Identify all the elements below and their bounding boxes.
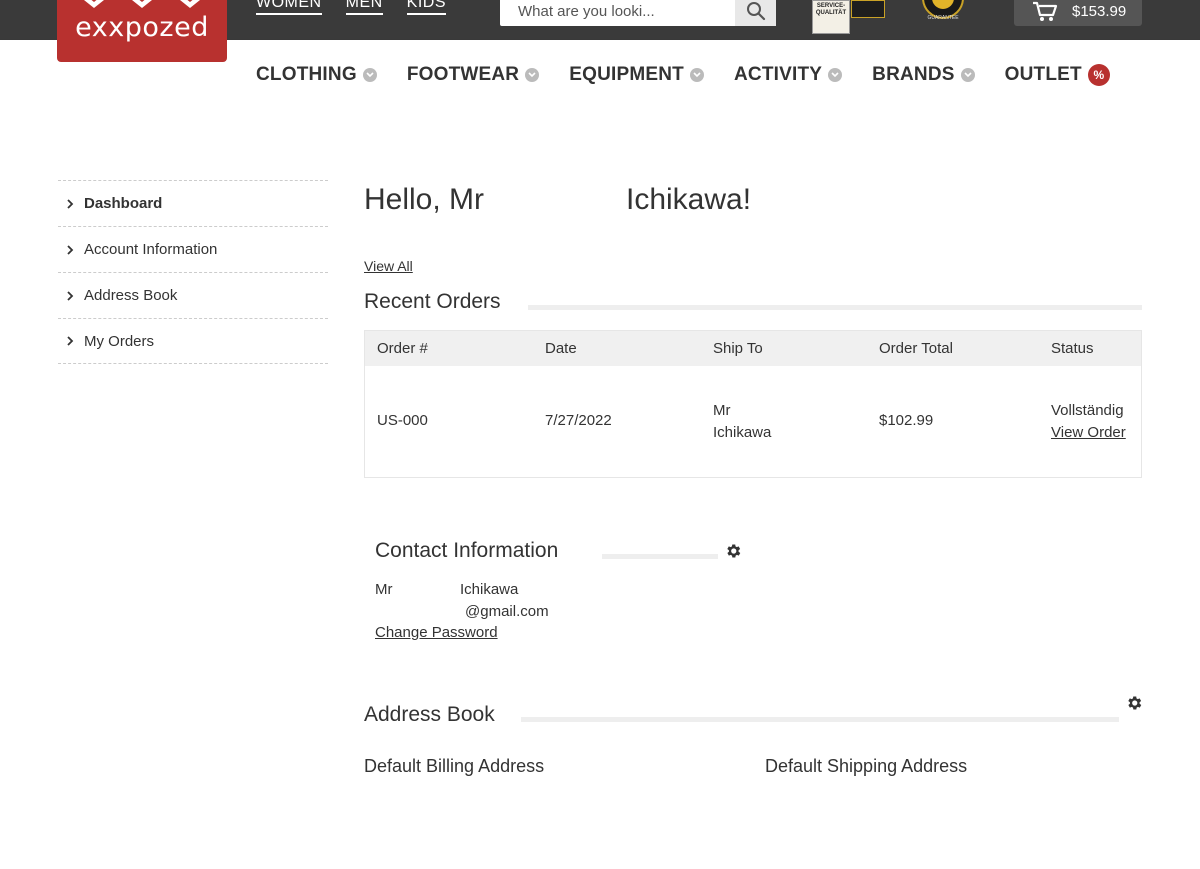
column-header: Date [545, 340, 577, 357]
logo-chevron-icon [79, 0, 109, 8]
chevron-down-icon [828, 68, 843, 82]
nav-outlet-label: OUTLET [1004, 64, 1082, 85]
order-number: US-000 [377, 412, 428, 429]
page-title: Hello, Mr Ichikawa! [364, 183, 751, 217]
nav-footwear-label: FOOTWEAR [406, 64, 520, 85]
order-status: Vollständig [1051, 402, 1124, 419]
table-header: Order # Date Ship To Order Total Status [365, 331, 1141, 366]
logo-text: exxpozed [75, 12, 209, 43]
sidebar-item-label: Dashboard [84, 195, 163, 212]
section-divider [602, 554, 718, 559]
contact-name-last: Ichikawa [460, 581, 519, 598]
column-header: Status [1051, 340, 1094, 357]
greeting-prefix: Hello, Mr [364, 183, 485, 216]
nav-equipment-label: EQUIPMENT [569, 64, 684, 85]
sidebar-item-dashboard[interactable]: Dashboard [58, 180, 328, 226]
greeting-name: Ichikawa! [626, 183, 752, 216]
recent-orders-table: Order # Date Ship To Order Total Status … [364, 330, 1142, 478]
service-quality-badge[interactable]: SERVICE-QUALITÄT [812, 0, 850, 34]
column-header: Order Total [879, 340, 953, 357]
search-button[interactable] [735, 0, 776, 26]
sidebar-item-my-orders[interactable]: My Orders [58, 318, 328, 364]
nav-footwear[interactable]: FOOTWEAR [406, 64, 540, 86]
search-bar [500, 0, 776, 26]
search-icon [746, 2, 765, 21]
chevron-down-icon [690, 68, 704, 82]
guarantee-badge[interactable]: GUARANTEE [920, 0, 966, 22]
chevron-right-icon [67, 198, 74, 209]
section-divider [528, 305, 1142, 310]
section-divider [521, 717, 1119, 722]
chevron-down-icon [960, 68, 975, 82]
chevron-right-icon [67, 290, 74, 301]
sidebar-item-label: Address Book [84, 287, 178, 304]
logo-chevron-icon [127, 0, 157, 8]
gender-nav: WOMEN MEN KIDS [256, 0, 447, 15]
sidebar-item-address-book[interactable]: Address Book [58, 272, 328, 318]
column-header: Ship To [713, 340, 763, 357]
table-row: US-000 7/27/2022 Mr Ichikawa $102.99 Vol… [365, 366, 1141, 478]
change-password-link[interactable]: Change Password [375, 624, 498, 641]
chevron-right-icon [67, 244, 74, 255]
view-order-link[interactable]: View Order [1051, 424, 1126, 441]
view-all-orders-link[interactable]: View All [364, 258, 413, 274]
chevron-down-icon [525, 68, 540, 82]
order-date: 7/27/2022 [545, 412, 612, 429]
logo[interactable]: exxpozed [57, 0, 227, 62]
nav-women[interactable]: WOMEN [256, 0, 322, 15]
chevron-down-icon [362, 68, 377, 82]
nav-equipment[interactable]: EQUIPMENT [569, 64, 704, 86]
logo-chevron-icon [175, 0, 205, 8]
nav-brands[interactable]: BRANDS [872, 64, 975, 86]
contact-email: @gmail.com [465, 603, 549, 620]
default-billing-address-heading: Default Billing Address [364, 756, 545, 776]
default-shipping-address-heading: Default Shipping Address [765, 756, 968, 776]
nav-activity[interactable]: ACTIVITY [734, 64, 843, 86]
sidebar-item-label: My Orders [84, 332, 155, 350]
nav-men[interactable]: MEN [345, 0, 383, 15]
nav-brands-label: BRANDS [872, 64, 955, 85]
nav-outlet[interactable]: OUTLET % [1005, 64, 1110, 86]
guarantee-badge-text: GUARANTEE [927, 15, 959, 21]
order-total: $102.99 [879, 412, 934, 429]
column-header: Order # [377, 340, 428, 357]
ship-to-line1: Mr [713, 402, 731, 419]
cart-button[interactable]: $153.99 [1014, 0, 1142, 26]
service-quality-badge-text: SERVICE-QUALITÄT [815, 3, 847, 16]
sidebar-item-label: Account Information [84, 241, 218, 258]
gear-icon[interactable] [724, 542, 742, 565]
contact-information-title: Contact Information [375, 539, 559, 562]
sidebar-item-account-information[interactable]: Account Information [58, 226, 328, 272]
gear-icon[interactable] [1125, 694, 1143, 717]
account-sidebar: Dashboard Account Information Address Bo… [58, 180, 328, 364]
cart-icon [1033, 1, 1058, 21]
nav-kids[interactable]: KIDS [406, 0, 447, 15]
chevron-right-icon [67, 336, 74, 346]
award-badge[interactable] [851, 0, 885, 18]
recent-orders-title: Recent Orders [364, 290, 501, 313]
nav-clothing-label: CLOTHING [256, 64, 357, 85]
percent-badge-icon: % [1087, 64, 1110, 86]
ship-to-line2: Ichikawa [713, 424, 772, 441]
contact-name-prefix: Mr [375, 581, 393, 598]
nav-activity-label: ACTIVITY [734, 64, 823, 85]
cart-total: $153.99 [1072, 2, 1127, 20]
search-input[interactable] [500, 0, 735, 26]
nav-clothing[interactable]: CLOTHING [256, 64, 377, 86]
address-book-title: Address Book [364, 703, 495, 726]
